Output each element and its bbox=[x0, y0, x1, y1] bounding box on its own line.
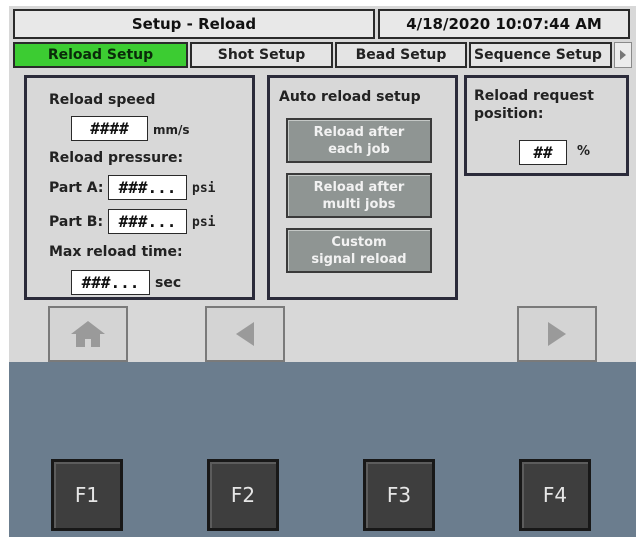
reload-each-job-button[interactable]: Reload after each job bbox=[286, 118, 432, 163]
tab-reload-setup[interactable]: Reload Setup bbox=[13, 42, 188, 68]
auto-reload-panel: Auto reload setup Reload after each job R… bbox=[267, 75, 458, 300]
reload-request-position-field[interactable]: ## bbox=[519, 140, 567, 165]
hmi-screen: Setup - Reload 4/18/2020 10:07:44 AM Rel… bbox=[9, 6, 636, 362]
reload-request-label-line1: Reload request bbox=[474, 88, 594, 104]
arrow-left-icon bbox=[236, 322, 254, 346]
part-b-pressure-field[interactable]: ###... bbox=[108, 209, 187, 234]
button-label-line2: signal reload bbox=[311, 251, 407, 267]
part-a-pressure-field[interactable]: ###... bbox=[108, 175, 187, 200]
part-b-label: Part B: bbox=[49, 214, 104, 230]
tab-bead-setup[interactable]: Bead Setup bbox=[335, 42, 467, 68]
reload-request-panel: Reload request position: ## % bbox=[464, 75, 629, 176]
f2-key[interactable]: F2 bbox=[207, 459, 279, 531]
back-button[interactable] bbox=[205, 306, 285, 362]
f3-key[interactable]: F3 bbox=[363, 459, 435, 531]
home-icon bbox=[71, 321, 105, 347]
part-a-label: Part A: bbox=[49, 180, 104, 196]
reload-params-panel: Reload speed #### mm/s Reload pressure: … bbox=[24, 75, 255, 300]
max-reload-time-unit: sec bbox=[155, 275, 182, 291]
scroll-right-icon bbox=[620, 50, 626, 60]
home-button[interactable] bbox=[48, 306, 128, 362]
button-label-line2: multi jobs bbox=[322, 196, 396, 212]
tab-bar: Reload Setup Shot Setup Bead Setup Seque… bbox=[13, 42, 632, 68]
page-title: Setup - Reload bbox=[13, 9, 375, 39]
part-a-unit: psi bbox=[192, 181, 216, 196]
button-label-line1: Reload after bbox=[313, 179, 405, 195]
reload-multi-jobs-button[interactable]: Reload after multi jobs bbox=[286, 173, 432, 218]
reload-request-label-line2: position: bbox=[474, 106, 544, 122]
reload-speed-unit: mm/s bbox=[153, 123, 190, 137]
button-label-line2: each job bbox=[328, 141, 390, 157]
max-reload-time-field[interactable]: ###... bbox=[71, 270, 150, 295]
auto-reload-title: Auto reload setup bbox=[279, 89, 421, 105]
max-reload-time-label: Max reload time: bbox=[49, 244, 183, 260]
hmi-bezel: Setup - Reload 4/18/2020 10:07:44 AM Rel… bbox=[9, 6, 636, 537]
f1-key[interactable]: F1 bbox=[51, 459, 123, 531]
tab-sequence-setup[interactable]: Sequence Setup bbox=[469, 42, 612, 68]
arrow-right-icon bbox=[548, 322, 566, 346]
reload-request-unit: % bbox=[577, 144, 591, 159]
custom-signal-reload-button[interactable]: Custom signal reload bbox=[286, 228, 432, 273]
forward-button[interactable] bbox=[517, 306, 597, 362]
reload-speed-field[interactable]: #### bbox=[71, 116, 148, 141]
button-label-line1: Reload after bbox=[313, 124, 405, 140]
tab-scroll-right-button[interactable] bbox=[614, 42, 632, 68]
reload-pressure-label: Reload pressure: bbox=[49, 150, 184, 166]
f4-key[interactable]: F4 bbox=[519, 459, 591, 531]
button-label-line1: Custom bbox=[331, 234, 387, 250]
reload-speed-label: Reload speed bbox=[49, 92, 156, 108]
tab-shot-setup[interactable]: Shot Setup bbox=[190, 42, 333, 68]
part-b-unit: psi bbox=[192, 215, 216, 230]
datetime-display: 4/18/2020 10:07:44 AM bbox=[378, 9, 630, 39]
